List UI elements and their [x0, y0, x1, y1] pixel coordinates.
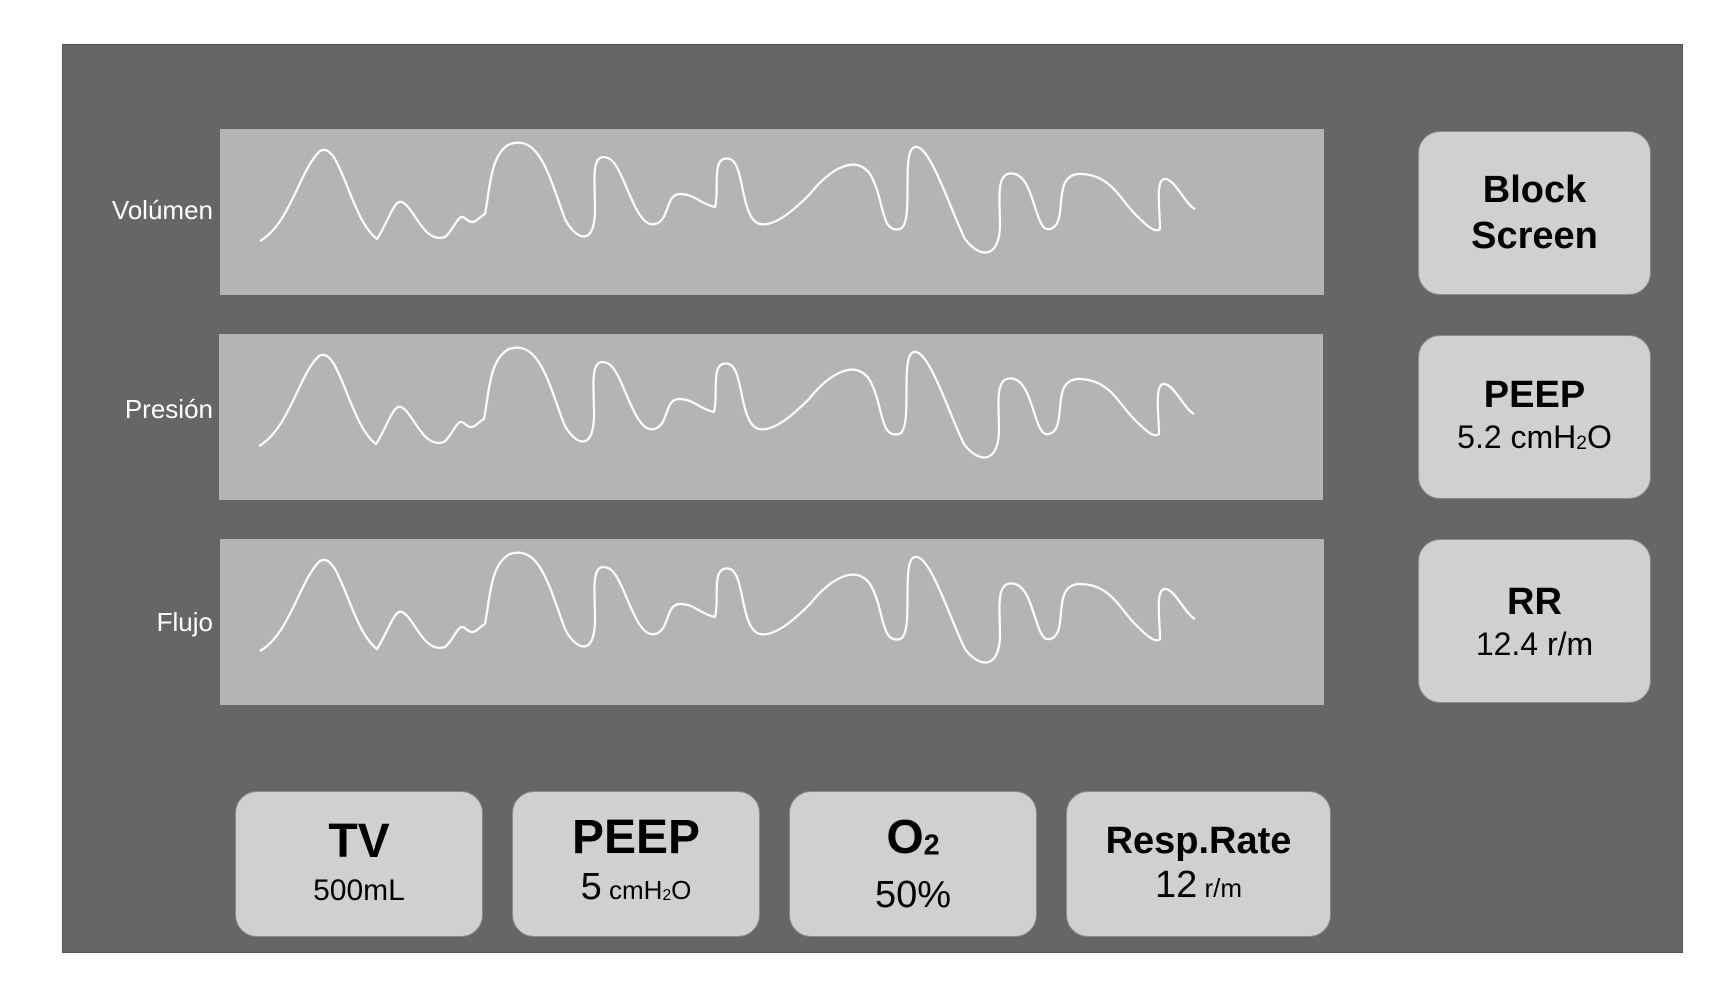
block-screen-line1: Block — [1482, 169, 1587, 211]
pressure-label: Presión — [124, 394, 213, 424]
waveform-line — [259, 551, 1196, 664]
pressure-waveform-trace — [258, 346, 1195, 459]
pressure-waveform-panel — [219, 334, 1323, 500]
volume-waveform-panel — [220, 129, 1324, 295]
o2-setting-value: 50% — [874, 873, 952, 916]
waveform-line — [259, 141, 1196, 254]
flow-waveform-trace — [259, 551, 1196, 664]
waveform-line — [258, 346, 1195, 459]
tv-setting-button[interactable]: TV 500mL — [235, 791, 483, 937]
tv-title: TV — [328, 815, 390, 868]
peep-readout-button[interactable]: PEEP 5.2 cmH2O — [1418, 335, 1651, 499]
ventilator-screen: Volúmen Presión Flujo Block Screen PEEP … — [62, 44, 1683, 953]
flow-waveform-panel — [220, 539, 1324, 705]
peep-setting-value: 5 cmH2O — [580, 865, 692, 908]
o2-setting-button[interactable]: O2 50% — [789, 791, 1037, 937]
tv-value: 500mL — [313, 874, 405, 907]
rr-readout-value: 12.4 r/m — [1475, 626, 1594, 662]
peep-readout-title: PEEP — [1483, 373, 1586, 416]
peep-readout-value: 5.2 cmH2O — [1457, 418, 1612, 455]
resp-rate-setting-button[interactable]: Resp.Rate 12 r/m — [1066, 791, 1331, 937]
rr-readout-title: RR — [1507, 581, 1562, 623]
resp-rate-title: Resp.Rate — [1105, 819, 1292, 862]
peep-setting-title: PEEP — [571, 810, 701, 864]
volume-label: Volúmen — [111, 195, 213, 225]
rr-readout-button[interactable]: RR 12.4 r/m — [1418, 539, 1651, 703]
peep-setting-button[interactable]: PEEP 5 cmH2O — [512, 791, 760, 937]
flow-label: Flujo — [156, 607, 213, 637]
block-screen-button[interactable]: Block Screen — [1418, 131, 1651, 295]
o2-setting-title: O2 — [886, 811, 940, 865]
resp-rate-value: 12 r/m — [1154, 863, 1243, 906]
volume-waveform-trace — [259, 141, 1196, 254]
block-screen-line2: Screen — [1471, 215, 1598, 257]
